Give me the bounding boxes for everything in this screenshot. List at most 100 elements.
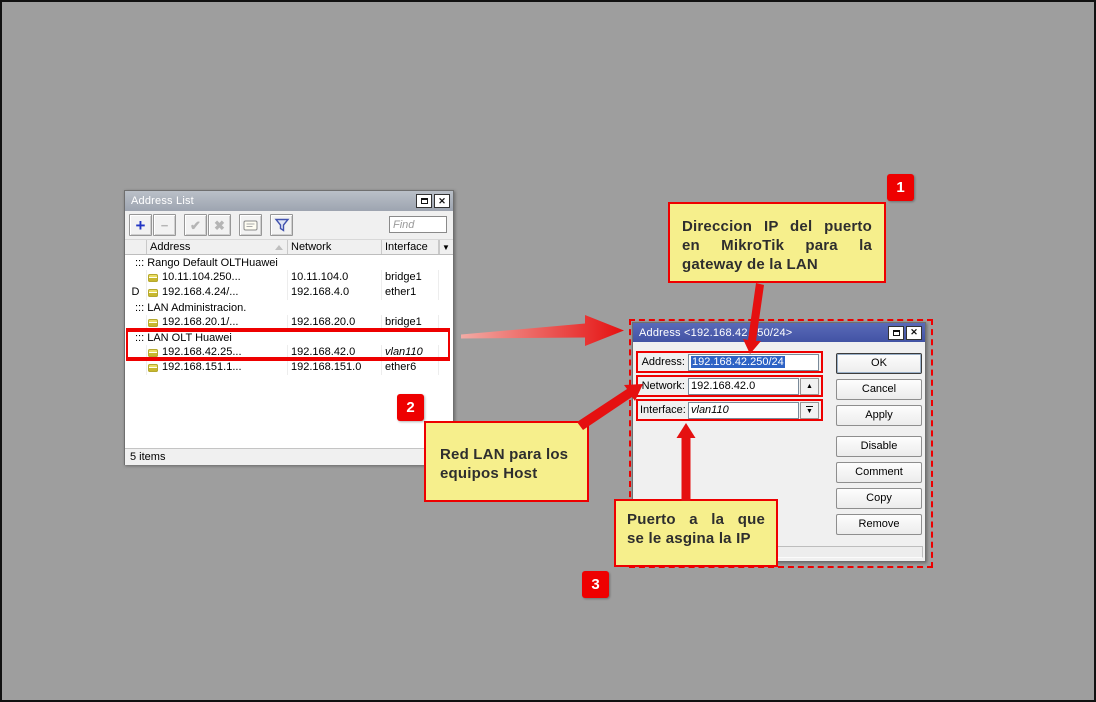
column-network[interactable]: Network xyxy=(288,240,382,254)
interface-cell: ether1 xyxy=(382,285,439,300)
address-text: 192.168.42.25... xyxy=(162,345,242,360)
callout-port-ip: Puerto a la quese le asgina la IP xyxy=(614,499,778,567)
ip-address-icon xyxy=(148,274,158,282)
address-list-window: Address List ✕ + − ✔ ✖ xyxy=(124,190,454,465)
interface-label: Interface: xyxy=(640,404,688,416)
arrow-down-icon: ▼ xyxy=(806,408,813,415)
find-input[interactable] xyxy=(389,216,447,233)
address-value: 192.168.42.250/24 xyxy=(691,356,785,368)
network-cell: 192.168.20.0 xyxy=(288,315,382,330)
copy-button[interactable]: Copy xyxy=(836,488,922,509)
address-row[interactable]: D 192.168.4.24/... 192.168.4.0ether1 xyxy=(125,285,453,300)
sort-ascending-icon xyxy=(275,245,283,250)
comment-button[interactable] xyxy=(239,214,262,236)
dialog-titlebar[interactable]: Address <192.168.42.250/24> ✕ xyxy=(633,323,925,342)
disable-button[interactable]: ✖ xyxy=(208,214,231,236)
close-icon: ✕ xyxy=(910,328,918,337)
close-button[interactable]: ✕ xyxy=(434,194,450,208)
address-row[interactable]: 10.11.104.250...10.11.104.0bridge1 xyxy=(125,270,453,285)
address-text: 192.168.4.24/... xyxy=(162,285,238,300)
big-arrow-right-icon xyxy=(461,315,624,346)
callout-line: gateway de la LAN xyxy=(682,255,872,274)
comment-text: ::: LAN OLT Huawei xyxy=(125,332,232,344)
dropdown-bar xyxy=(806,406,813,407)
apply-button[interactable]: Apply xyxy=(836,405,922,426)
address-cell: 192.168.42.25... xyxy=(147,345,288,360)
address-row[interactable]: 192.168.151.1...192.168.151.0ether6 xyxy=(125,360,453,375)
column-interface[interactable]: Interface xyxy=(382,240,439,254)
interface-cell: ether6 xyxy=(382,360,439,375)
network-cell: 10.11.104.0 xyxy=(288,270,382,285)
step-badge-2: 2 xyxy=(397,394,424,421)
address-text: 10.11.104.250... xyxy=(162,270,241,285)
enable-button[interactable]: ✔ xyxy=(184,214,207,236)
cross-icon: ✖ xyxy=(214,219,225,232)
maximize-icon xyxy=(421,198,428,204)
ip-address-icon xyxy=(148,364,158,372)
flag-cell xyxy=(125,345,147,360)
network-up-button[interactable]: ▲ xyxy=(800,378,819,395)
comment-row[interactable]: ::: Rango Default OLTHuawei xyxy=(125,255,453,270)
disable-button[interactable]: Disable xyxy=(836,436,922,457)
address-list-title: Address List xyxy=(131,195,414,207)
comment-row[interactable]: ::: LAN Administracion. xyxy=(125,300,453,315)
address-field-row: Address: 192.168.42.250/24 xyxy=(636,351,823,373)
callout-line: Red LAN para los xyxy=(440,445,587,464)
check-icon: ✔ xyxy=(190,219,201,232)
dialog-close-button[interactable]: ✕ xyxy=(906,326,922,340)
network-input[interactable]: 192.168.42.0 xyxy=(688,378,799,395)
network-cell: 192.168.4.0 xyxy=(288,285,382,300)
address-text: 192.168.20.1/... xyxy=(162,315,238,330)
ok-button[interactable]: OK xyxy=(836,353,922,374)
address-row[interactable]: 192.168.20.1/... 192.168.20.0bridge1 xyxy=(125,315,453,330)
flag-cell xyxy=(125,360,147,375)
remove-button[interactable]: Remove xyxy=(836,514,922,535)
ip-address-icon xyxy=(148,289,158,297)
funnel-icon xyxy=(274,218,290,232)
interface-field-row: Interface: vlan110 ▼ xyxy=(636,399,823,421)
address-row[interactable]: 192.168.42.25...192.168.42.0vlan110 xyxy=(125,345,453,360)
maximize-button[interactable] xyxy=(416,194,432,208)
screenshot-canvas: Address List ✕ + − ✔ ✖ xyxy=(0,0,1096,702)
dialog-maximize-button[interactable] xyxy=(888,326,904,340)
arrow-up-icon: ▲ xyxy=(806,383,813,390)
callout-line: equipos Host xyxy=(440,464,587,483)
filter-button[interactable] xyxy=(270,214,293,236)
address-cell: 192.168.151.1... xyxy=(147,360,288,375)
plus-icon: + xyxy=(136,217,146,234)
interface-input[interactable]: vlan110 xyxy=(688,402,799,419)
cancel-button[interactable]: Cancel xyxy=(836,379,922,400)
comment-row[interactable]: ::: LAN OLT Huawei xyxy=(125,330,453,345)
network-field-row: Network: 192.168.42.0 ▲ xyxy=(636,375,823,397)
callout-line: se le asgina la IP xyxy=(627,529,765,548)
callout-ip-gateway: Direccion IP del puertoen MikroTik para … xyxy=(668,202,886,283)
dialog-title: Address <192.168.42.250/24> xyxy=(639,327,886,339)
network-label: Network: xyxy=(640,380,688,392)
flag-cell: D xyxy=(125,285,147,300)
add-button[interactable]: + xyxy=(129,214,152,236)
column-chooser-button[interactable]: ▼ xyxy=(439,240,452,254)
network-value: 192.168.42.0 xyxy=(691,380,755,392)
callout-lan-network: Red LAN para losequipos Host xyxy=(424,421,589,502)
callout-line: en MikroTik para la xyxy=(682,236,872,255)
address-list-titlebar[interactable]: Address List ✕ xyxy=(125,191,453,211)
list-header: Address Network Interface ▼ xyxy=(125,239,453,255)
comment-card-icon xyxy=(243,220,258,231)
address-cell: 10.11.104.250... xyxy=(147,270,288,285)
address-input[interactable]: 192.168.42.250/24 xyxy=(688,354,819,371)
column-address[interactable]: Address xyxy=(147,240,288,254)
flag-cell xyxy=(125,270,147,285)
network-cell: 192.168.151.0 xyxy=(288,360,382,375)
column-select[interactable] xyxy=(125,240,147,254)
comment-text: ::: Rango Default OLTHuawei xyxy=(125,257,278,269)
maximize-icon xyxy=(893,330,900,336)
comment-button[interactable]: Comment xyxy=(836,462,922,483)
interface-value: vlan110 xyxy=(691,404,729,416)
remove-button[interactable]: − xyxy=(153,214,176,236)
flag-cell xyxy=(125,315,147,330)
comment-text: ::: LAN Administracion. xyxy=(125,302,246,314)
interface-cell: bridge1 xyxy=(382,315,439,330)
minus-icon: − xyxy=(161,219,169,232)
interface-cell: vlan110 xyxy=(382,345,439,360)
interface-dropdown-button[interactable]: ▼ xyxy=(800,402,819,419)
